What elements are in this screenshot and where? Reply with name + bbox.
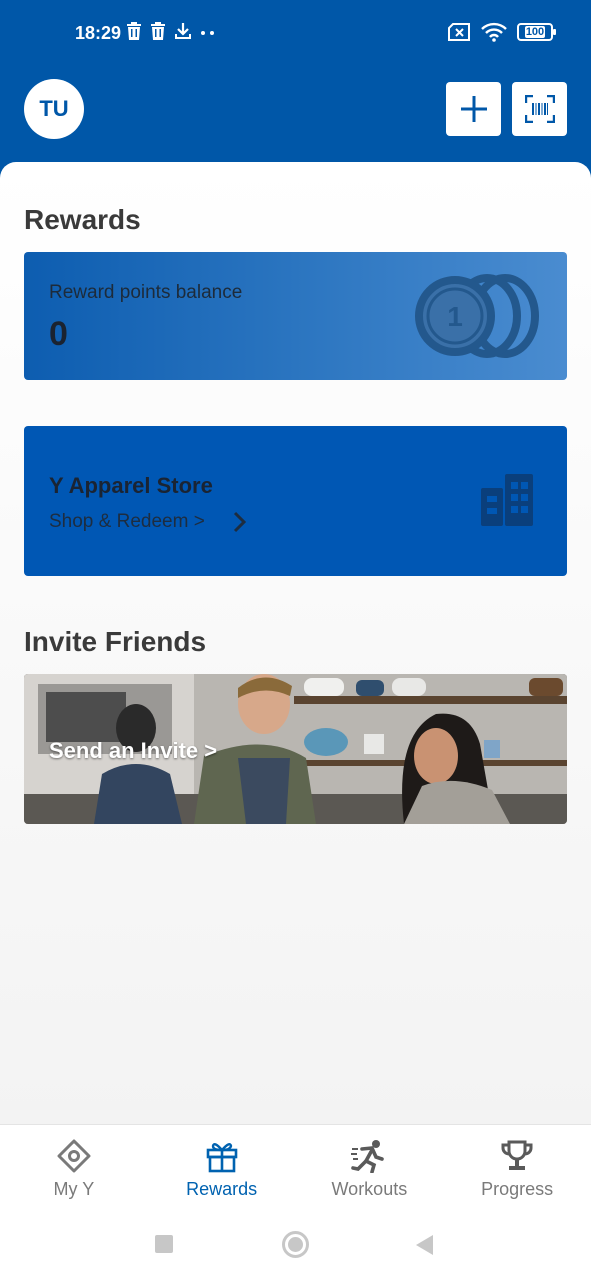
nav-item-my-y[interactable]: My Y (0, 1125, 148, 1210)
sim-off-icon (448, 23, 470, 41)
chevron-right-icon (233, 511, 247, 533)
download-icon (175, 23, 191, 39)
system-icons: 100 (447, 22, 556, 42)
coin-digit: 1 (447, 301, 463, 332)
target-icon (57, 1139, 91, 1173)
trophy-icon (501, 1140, 533, 1170)
system-navigation-bar (0, 1210, 591, 1280)
runner-icon (351, 1140, 385, 1173)
scan-barcode-button[interactable] (512, 82, 567, 136)
nav-item-workouts[interactable]: Workouts (296, 1125, 444, 1210)
apparel-store-card[interactable]: Y Apparel Store Shop & Redeem > (24, 426, 567, 576)
add-button[interactable] (446, 82, 501, 136)
coins-icon: 1 (415, 274, 539, 358)
gift-icon (206, 1143, 237, 1173)
nav-item-progress[interactable]: Progress (443, 1125, 591, 1210)
store-subtitle: Shop & Redeem > (49, 511, 205, 532)
store-building-icon (481, 474, 533, 526)
invite-friends-banner[interactable]: Send an Invite > (24, 674, 567, 824)
rewards-title: Rewards (24, 204, 141, 235)
more-dots-icon (201, 31, 214, 35)
content-sheet: Rewards Reward points balance 0 1 Y Appa… (0, 162, 591, 1124)
bottom-navigation: My Y Rewards Workouts Progress (0, 1124, 591, 1210)
nav-label: Workouts (331, 1179, 408, 1199)
reward-points-card[interactable]: Reward points balance 0 1 (24, 252, 567, 380)
recents-button[interactable] (155, 1235, 173, 1253)
nav-item-rewards[interactable]: Rewards (148, 1125, 296, 1210)
notification-icons (126, 22, 216, 40)
invite-friends-title: Invite Friends (24, 626, 207, 657)
battery-level: 100 (524, 26, 546, 38)
barcode-scan-icon (524, 95, 555, 123)
status-bar: 18:29 100 (0, 0, 591, 68)
trash-icon (127, 22, 141, 40)
trash-icon (151, 22, 165, 40)
battery-icon: 100 (517, 23, 556, 41)
nav-label: My Y (53, 1179, 95, 1199)
status-time: 18:29 (75, 23, 122, 43)
plus-icon (460, 96, 487, 122)
points-balance-label: Reward points balance (49, 282, 243, 303)
store-title: Y Apparel Store (49, 473, 213, 498)
send-invite-link[interactable]: Send an Invite > (49, 738, 217, 764)
wifi-icon (481, 22, 507, 42)
back-button[interactable] (416, 1235, 433, 1255)
home-button[interactable] (282, 1231, 309, 1258)
nav-label: Progress (481, 1179, 554, 1199)
nav-label: Rewards (186, 1179, 258, 1199)
avatar[interactable]: TU (24, 79, 84, 139)
points-balance-value: 0 (49, 315, 68, 353)
